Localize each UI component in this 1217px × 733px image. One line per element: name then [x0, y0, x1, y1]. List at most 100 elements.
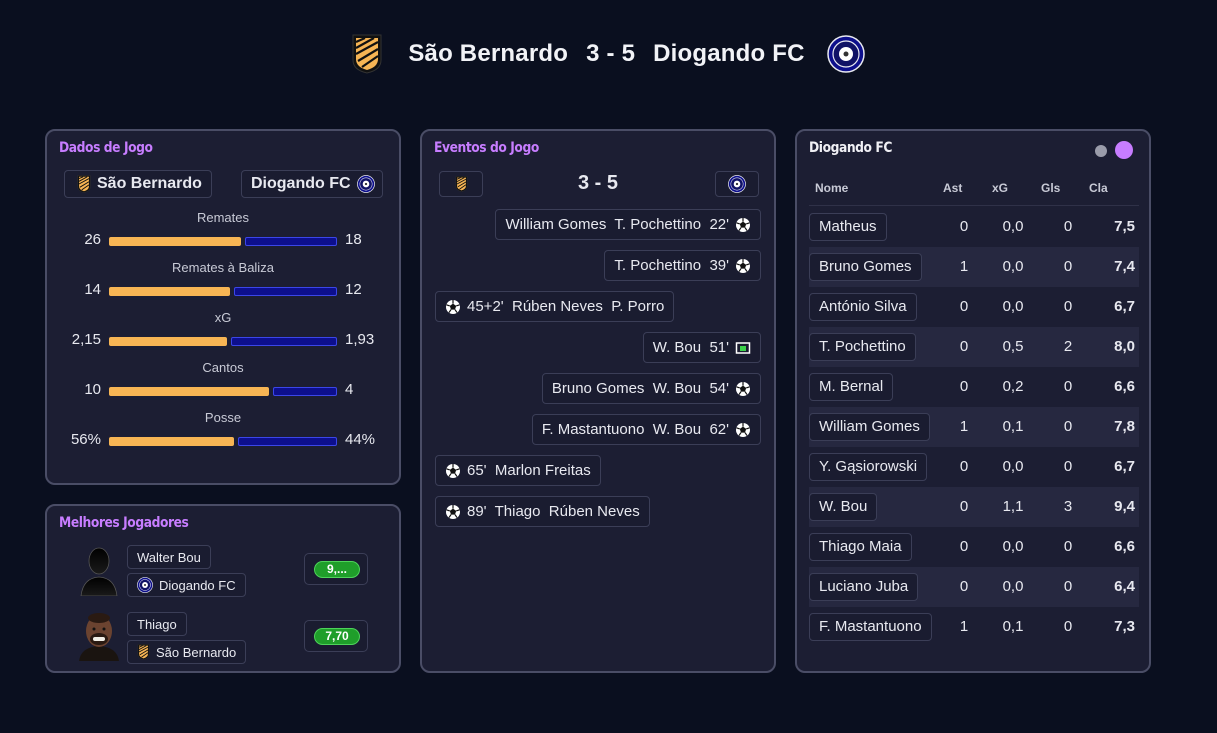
soccer-ball-icon	[735, 258, 751, 274]
event-item[interactable]: 45+2' Rúben Neves P. Porro	[435, 291, 675, 322]
table-row[interactable]: W. Bou 0 1,1 3 9,4	[809, 487, 1139, 527]
column-header-name[interactable]: Nome	[815, 181, 848, 195]
event-text: F. Mastantuono W. Bou 62'	[541, 421, 729, 438]
stat-label: xG	[214, 310, 232, 325]
cell-goals: 0	[1063, 618, 1073, 635]
event-text: 45+2' Rúben Neves P. Porro	[467, 298, 665, 315]
player-name-chip[interactable]: F. Mastantuono	[809, 613, 932, 641]
page-dot-inactive[interactable]	[1095, 145, 1107, 157]
cell-xg: 0,0	[1002, 258, 1024, 275]
home-team-name: São Bernardo	[408, 40, 569, 67]
event-text: William Gomes T. Pochettino 22'	[505, 216, 729, 233]
table-row[interactable]: F. Mastantuono 1 0,1 0 7,3	[809, 607, 1139, 647]
match-events-panel: Eventos do Jogo 3 - 5 William Gomes T. P…	[420, 129, 776, 673]
sao-bernardo-crest-icon	[137, 644, 150, 660]
best-player-team[interactable]: São Bernardo	[127, 640, 247, 664]
table-row[interactable]: Bruno Gomes 1 0,0 0 7,4	[809, 247, 1139, 287]
match-score: 3 - 5	[586, 40, 636, 67]
cell-goals: 0	[1063, 298, 1073, 315]
cell-assists: 0	[959, 498, 969, 515]
best-player-name[interactable]: Walter Bou	[127, 545, 211, 569]
stat-away-value: 1,93	[345, 331, 375, 348]
cell-rating: 6,6	[1114, 378, 1135, 395]
event-text: T. Pochettino 39'	[614, 257, 729, 274]
best-player-team-label: São Bernardo	[156, 644, 237, 660]
away-team-chip-label: Diogando FC	[251, 175, 351, 192]
column-header-rating[interactable]: Cla	[1089, 181, 1108, 195]
player-name-chip[interactable]: W. Bou	[809, 493, 878, 521]
cell-xg: 0,0	[1002, 578, 1024, 595]
event-item[interactable]: William Gomes T. Pochettino 22'	[495, 209, 761, 240]
column-header-assists[interactable]: Ast	[943, 181, 962, 195]
column-header-xg[interactable]: xG	[992, 181, 1008, 195]
stat-home-value: 2,15	[71, 331, 101, 348]
player-silhouette-avatar	[80, 547, 118, 596]
table-row[interactable]: Thiago Maia 0 0,0 0 6,6	[809, 527, 1139, 567]
stat-home-bar	[109, 387, 269, 396]
cell-goals: 0	[1063, 378, 1073, 395]
player-name-chip[interactable]: T. Pochettino	[809, 333, 916, 361]
player-rating-badge: 9,...	[304, 553, 368, 585]
table-row[interactable]: António Silva 0 0,0 0 6,7	[809, 287, 1139, 327]
player-name-chip[interactable]: Luciano Juba	[809, 573, 919, 601]
player-name-chip[interactable]: Y. Gąsiorowski	[809, 453, 928, 481]
stat-away-bar	[273, 387, 337, 396]
table-row[interactable]: M. Bernal 0 0,2 0 6,6	[809, 367, 1139, 407]
event-item[interactable]: Bruno Gomes W. Bou 54'	[541, 373, 761, 404]
cell-assists: 0	[959, 218, 969, 235]
column-header-goals[interactable]: Gls	[1041, 181, 1060, 195]
best-players-title: Melhores Jogadores	[59, 515, 189, 531]
cell-goals: 0	[1063, 458, 1073, 475]
cell-xg: 1,1	[1002, 498, 1024, 515]
best-player-team[interactable]: Diogando FC	[127, 573, 246, 597]
cell-assists: 1	[959, 618, 969, 635]
table-header-divider	[809, 205, 1139, 206]
event-item[interactable]: T. Pochettino 39'	[604, 250, 761, 281]
home-team-chip[interactable]: São Bernardo	[64, 170, 212, 198]
event-item[interactable]: W. Bou 51'	[642, 332, 761, 363]
stat-away-bar	[231, 337, 337, 346]
table-row[interactable]: Luciano Juba 0 0,0 0 6,4	[809, 567, 1139, 607]
lineup-title: Diogando FC	[809, 140, 893, 156]
player-name-chip[interactable]: M. Bernal	[809, 373, 894, 401]
player-name-chip[interactable]: Thiago Maia	[809, 533, 912, 561]
cell-goals: 0	[1063, 418, 1073, 435]
stat-home-value: 14	[84, 281, 101, 298]
away-team-filter[interactable]	[715, 171, 759, 197]
cell-xg: 0,5	[1002, 338, 1024, 355]
stat-away-value: 44%	[345, 431, 376, 448]
table-row[interactable]: T. Pochettino 0 0,5 2 8,0	[809, 327, 1139, 367]
page-dot-active[interactable]	[1115, 141, 1133, 159]
event-text: 65' Marlon Freitas	[467, 462, 591, 479]
cell-goals: 0	[1063, 578, 1073, 595]
player-name-chip[interactable]: Matheus	[809, 213, 887, 241]
cell-rating: 6,4	[1114, 578, 1135, 595]
best-player-name[interactable]: Thiago	[127, 612, 187, 636]
soccer-ball-icon	[445, 463, 461, 479]
cell-assists: 0	[959, 298, 969, 315]
cell-xg: 0,0	[1002, 218, 1024, 235]
cell-goals: 0	[1063, 218, 1073, 235]
match-stats-panel: Dados de Jogo São Bernardo Diogando FC R…	[45, 129, 401, 485]
away-team-chip[interactable]: Diogando FC	[241, 170, 383, 198]
cell-rating: 8,0	[1114, 338, 1135, 355]
player-name-chip[interactable]: António Silva	[809, 293, 917, 321]
stat-home-bar	[109, 237, 241, 246]
diogando-fc-crest-icon	[137, 577, 153, 593]
diogando-fc-crest-icon	[357, 175, 375, 193]
event-item[interactable]: F. Mastantuono W. Bou 62'	[531, 414, 761, 445]
sao-bernardo-crest-icon	[352, 34, 382, 74]
player-name-chip[interactable]: William Gomes	[809, 413, 930, 441]
stat-home-value: 10	[84, 381, 101, 398]
table-row[interactable]: William Gomes 1 0,1 0 7,8	[809, 407, 1139, 447]
event-item[interactable]: 65' Marlon Freitas	[435, 455, 601, 486]
player-name-chip[interactable]: Bruno Gomes	[809, 253, 922, 281]
cell-rating: 7,5	[1114, 218, 1135, 235]
table-row[interactable]: Matheus 0 0,0 0 7,5	[809, 207, 1139, 247]
penalty-goal-icon	[735, 341, 751, 354]
event-item[interactable]: 89' Thiago Rúben Neves	[435, 496, 650, 527]
cell-assists: 0	[959, 538, 969, 555]
soccer-ball-icon	[735, 422, 751, 438]
table-row[interactable]: Y. Gąsiorowski 0 0,0 0 6,7	[809, 447, 1139, 487]
match-header: São Bernardo 3 - 5 Diogando FC	[0, 30, 1217, 78]
